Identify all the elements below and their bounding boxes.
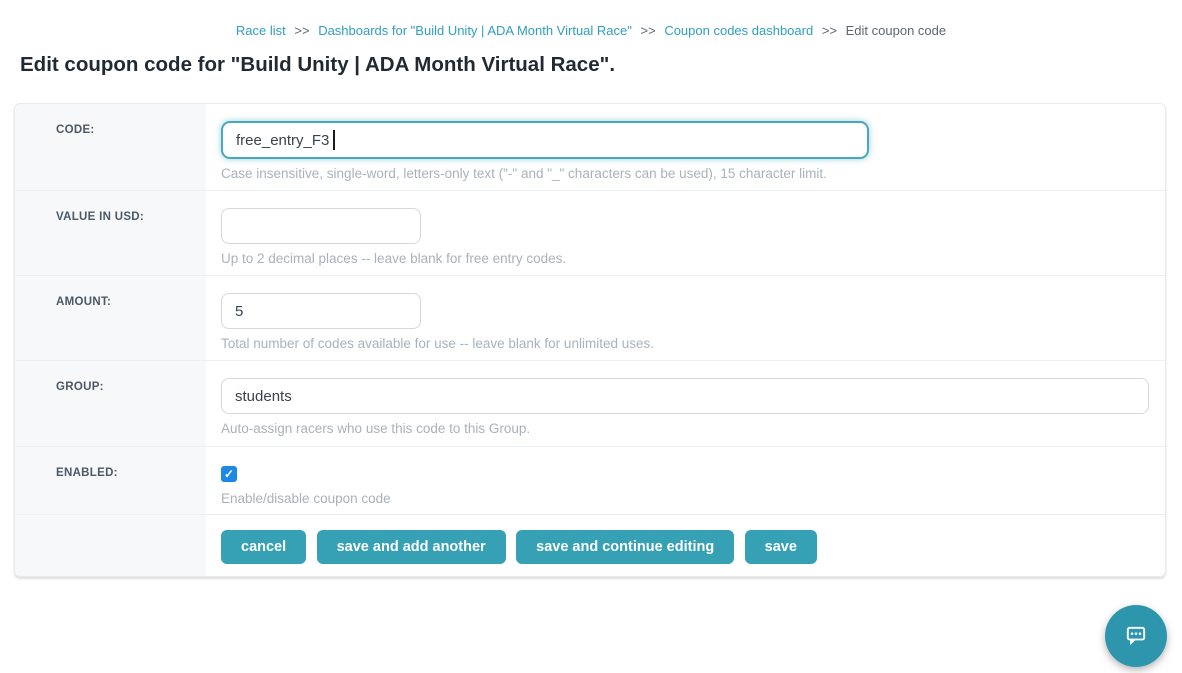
- cancel-button[interactable]: cancel: [221, 530, 306, 564]
- group-label: GROUP:: [15, 361, 206, 446]
- form-row-value-in-usd: VALUE IN USD: Up to 2 decimal places -- …: [15, 191, 1165, 276]
- amount-label: AMOUNT:: [15, 276, 206, 360]
- breadcrumb-race-list[interactable]: Race list: [236, 23, 286, 38]
- chat-fab-button[interactable]: [1105, 605, 1167, 667]
- code-label: CODE:: [15, 104, 206, 190]
- form-row-group: GROUP: Auto-assign racers who use this c…: [15, 361, 1165, 447]
- breadcrumb-separator: >>: [294, 23, 309, 38]
- save-and-continue-editing-button[interactable]: save and continue editing: [516, 530, 734, 564]
- save-and-add-another-button[interactable]: save and add another: [317, 530, 506, 564]
- page-title: Edit coupon code for "Build Unity | ADA …: [20, 53, 1182, 77]
- enabled-label: ENABLED:: [15, 447, 206, 514]
- buttons-row-spacer: [15, 515, 206, 576]
- group-input[interactable]: [221, 378, 1149, 414]
- value-in-usd-label: VALUE IN USD:: [15, 191, 206, 275]
- form-row-buttons: cancel save and add another save and con…: [15, 515, 1165, 576]
- save-button[interactable]: save: [745, 530, 817, 564]
- amount-help-text: Total number of codes available for use …: [221, 336, 1147, 351]
- chat-bubble-icon: [1122, 622, 1150, 650]
- code-help-text: Case insensitive, single-word, letters-o…: [221, 166, 1147, 181]
- value-in-usd-input[interactable]: [221, 208, 421, 244]
- form-row-code: CODE: Case insensitive, single-word, let…: [15, 104, 1165, 191]
- form-row-amount: AMOUNT: Total number of codes available …: [15, 276, 1165, 361]
- breadcrumb-separator: >>: [641, 23, 656, 38]
- breadcrumb-dashboards[interactable]: Dashboards for "Build Unity | ADA Month …: [318, 23, 632, 38]
- breadcrumb-current-page: Edit coupon code: [846, 23, 946, 38]
- breadcrumb-separator: >>: [822, 23, 837, 38]
- code-input[interactable]: [221, 121, 869, 159]
- group-help-text: Auto-assign racers who use this code to …: [221, 421, 1149, 436]
- breadcrumb-coupon-codes-dashboard[interactable]: Coupon codes dashboard: [664, 23, 813, 38]
- enabled-help-text: Enable/disable coupon code: [221, 491, 1147, 506]
- coupon-edit-form: CODE: Case insensitive, single-word, let…: [14, 103, 1166, 577]
- amount-input[interactable]: [221, 293, 421, 329]
- enabled-checkbox[interactable]: ✓: [221, 466, 237, 482]
- form-row-enabled: ENABLED: ✓ Enable/disable coupon code: [15, 447, 1165, 515]
- text-cursor: [333, 130, 335, 150]
- value-in-usd-help-text: Up to 2 decimal places -- leave blank fo…: [221, 251, 1147, 266]
- breadcrumb: Race list >> Dashboards for "Build Unity…: [0, 0, 1182, 38]
